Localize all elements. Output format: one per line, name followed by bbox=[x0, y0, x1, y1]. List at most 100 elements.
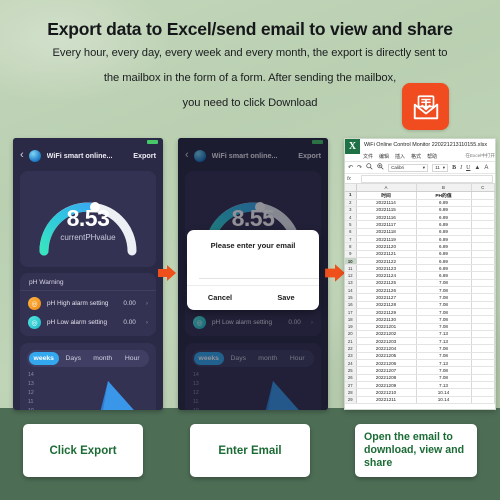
cell-ph-value[interactable]: 6.89 bbox=[416, 242, 472, 251]
cell-ph-value[interactable]: 7.08 bbox=[416, 286, 472, 295]
excel-toolbar[interactable]: ↶ ↷ Calibri ▾ 11 ▾ B I U ▲ A bbox=[345, 161, 495, 174]
cell-empty[interactable] bbox=[471, 308, 495, 317]
cell-ph-value[interactable]: 7.13 bbox=[416, 337, 472, 346]
cell-time[interactable]: 20221210 bbox=[356, 388, 417, 397]
row-number[interactable]: 5 bbox=[345, 220, 357, 229]
cell-empty[interactable] bbox=[471, 286, 495, 295]
excel-menu-bar[interactable]: 文件 编辑 插入 格式 帮助 在Excel中打开 bbox=[345, 152, 495, 161]
cell-time[interactable]: 20221129 bbox=[356, 308, 417, 317]
cell-time[interactable]: 20221123 bbox=[356, 264, 417, 273]
cell-empty[interactable] bbox=[471, 396, 495, 404]
row-number[interactable]: 26 bbox=[345, 374, 357, 382]
row-number[interactable]: 4 bbox=[345, 213, 357, 222]
email-input[interactable] bbox=[199, 257, 319, 279]
table-row[interactable]: 18 20221130 7.08 bbox=[345, 315, 495, 324]
row-number[interactable]: 13 bbox=[345, 279, 357, 288]
redo-icon[interactable]: ↷ bbox=[357, 164, 362, 171]
grid-corner[interactable] bbox=[345, 184, 357, 192]
cell-ph-value[interactable]: 7.08 bbox=[416, 352, 472, 361]
cell-ph-value[interactable]: 6.89 bbox=[416, 271, 472, 280]
underline-button[interactable]: U bbox=[466, 165, 470, 171]
row-number[interactable]: 11 bbox=[345, 264, 357, 273]
save-button[interactable]: Save bbox=[253, 286, 319, 310]
cell-time[interactable]: 20221117 bbox=[356, 220, 417, 229]
table-row[interactable]: 4 20221116 6.89 bbox=[345, 213, 495, 222]
row-number[interactable]: 28 bbox=[345, 388, 357, 397]
table-row[interactable]: 5 20221117 6.89 bbox=[345, 220, 495, 229]
cell-ph-value[interactable]: 7.08 bbox=[416, 301, 472, 309]
fill-color-button[interactable]: ▲ bbox=[474, 165, 480, 171]
cell-empty[interactable] bbox=[471, 235, 495, 244]
menu-format[interactable]: 格式 bbox=[411, 153, 421, 160]
cell-ph-value[interactable]: 6.89 bbox=[416, 250, 472, 258]
column-header-c[interactable]: C bbox=[471, 184, 495, 192]
cell-ph-value[interactable]: 7.08 bbox=[416, 279, 472, 288]
cell-ph-value[interactable]: 6.89 bbox=[416, 264, 472, 273]
cell-empty[interactable] bbox=[471, 359, 495, 368]
row-number[interactable]: 6 bbox=[345, 228, 357, 237]
cell-ph-value[interactable]: 7.08 bbox=[416, 344, 472, 353]
table-row[interactable]: 17 20221129 7.08 bbox=[345, 308, 495, 317]
cell-time[interactable]: 20221122 bbox=[356, 257, 417, 266]
cell-time[interactable]: 20221121 bbox=[356, 250, 417, 258]
cell-ph-value[interactable]: 6.89 bbox=[416, 213, 472, 222]
row-number[interactable]: 15 bbox=[345, 293, 357, 302]
row-number[interactable]: 7 bbox=[345, 235, 357, 244]
table-row[interactable]: 29 20221211 10.14 bbox=[345, 396, 495, 404]
cell-ph-value[interactable]: 6.89 bbox=[416, 228, 472, 237]
cell-time[interactable]: 20221207 bbox=[356, 366, 417, 375]
table-row[interactable]: 6 20221118 6.89 bbox=[345, 228, 495, 237]
italic-button[interactable]: I bbox=[460, 165, 462, 171]
cell-time[interactable]: 20221203 bbox=[356, 337, 417, 346]
cell-time[interactable]: 20221208 bbox=[356, 374, 417, 382]
cell-empty[interactable] bbox=[471, 374, 495, 382]
row-number[interactable]: 24 bbox=[345, 359, 357, 368]
zoom-out-icon[interactable] bbox=[366, 163, 373, 172]
row-number[interactable]: 29 bbox=[345, 396, 357, 404]
ph-low-alarm-row[interactable]: ◎ pH Low alarm setting 0.00 › bbox=[20, 313, 156, 332]
period-tabs[interactable]: weeks Days month Hour bbox=[27, 350, 149, 367]
cell-empty[interactable] bbox=[471, 206, 495, 215]
table-row[interactable]: 1 时间 PH的值 bbox=[345, 191, 495, 200]
cell-time[interactable]: 20221118 bbox=[356, 228, 417, 237]
tab-month[interactable]: month bbox=[88, 352, 118, 365]
row-number[interactable]: 19 bbox=[345, 323, 357, 331]
cell-empty[interactable] bbox=[471, 250, 495, 258]
cell-empty[interactable] bbox=[471, 191, 495, 200]
cell-empty[interactable] bbox=[471, 293, 495, 302]
menu-insert[interactable]: 插入 bbox=[395, 153, 405, 160]
cell-time[interactable]: 20221201 bbox=[356, 323, 417, 331]
cell-time[interactable]: 20221125 bbox=[356, 279, 417, 288]
export-button[interactable]: Export bbox=[133, 151, 156, 160]
table-row[interactable]: 11 20221123 6.89 bbox=[345, 264, 495, 273]
table-row[interactable]: 26 20221208 7.08 bbox=[345, 374, 495, 382]
cell-ph-value[interactable]: 6.89 bbox=[416, 220, 472, 229]
cell-time[interactable]: 20221115 bbox=[356, 206, 417, 215]
font-size-select[interactable]: 11 ▾ bbox=[432, 163, 449, 172]
cell-time[interactable]: 20221128 bbox=[356, 301, 417, 309]
cell-time[interactable]: 20221124 bbox=[356, 271, 417, 280]
cell-time[interactable]: 20221209 bbox=[356, 381, 417, 390]
cell-empty[interactable] bbox=[471, 279, 495, 288]
column-header-b[interactable]: B bbox=[416, 184, 472, 192]
cell-empty[interactable] bbox=[471, 220, 495, 229]
cell-time[interactable]: 20221202 bbox=[356, 330, 417, 339]
cell-empty[interactable] bbox=[471, 242, 495, 251]
table-row[interactable]: 19 20221201 7.08 bbox=[345, 323, 495, 331]
cell-ph-value[interactable]: 7.08 bbox=[416, 293, 472, 302]
row-number[interactable]: 10 bbox=[345, 257, 357, 266]
menu-edit[interactable]: 编辑 bbox=[379, 153, 389, 160]
row-number[interactable]: 14 bbox=[345, 286, 357, 295]
cell-ph-value[interactable]: 7.13 bbox=[416, 359, 472, 368]
cell-empty[interactable] bbox=[471, 330, 495, 339]
row-number[interactable]: 9 bbox=[345, 250, 357, 258]
table-row[interactable]: 2 20221114 6.89 bbox=[345, 199, 495, 207]
table-row[interactable]: 8 20221120 6.89 bbox=[345, 242, 495, 251]
zoom-in-icon[interactable] bbox=[377, 163, 384, 172]
cell-ph-value[interactable]: PH的值 bbox=[416, 191, 472, 200]
cell-time[interactable]: 20221119 bbox=[356, 235, 417, 244]
cell-empty[interactable] bbox=[471, 257, 495, 266]
spreadsheet-grid[interactable]: A B C 1 时间 PH的值 2 20221114 6.89 3 20221115 6.89 4 202… bbox=[345, 184, 495, 404]
cell-time[interactable]: 20221126 bbox=[356, 286, 417, 295]
table-row[interactable]: 23 20221205 7.08 bbox=[345, 352, 495, 361]
